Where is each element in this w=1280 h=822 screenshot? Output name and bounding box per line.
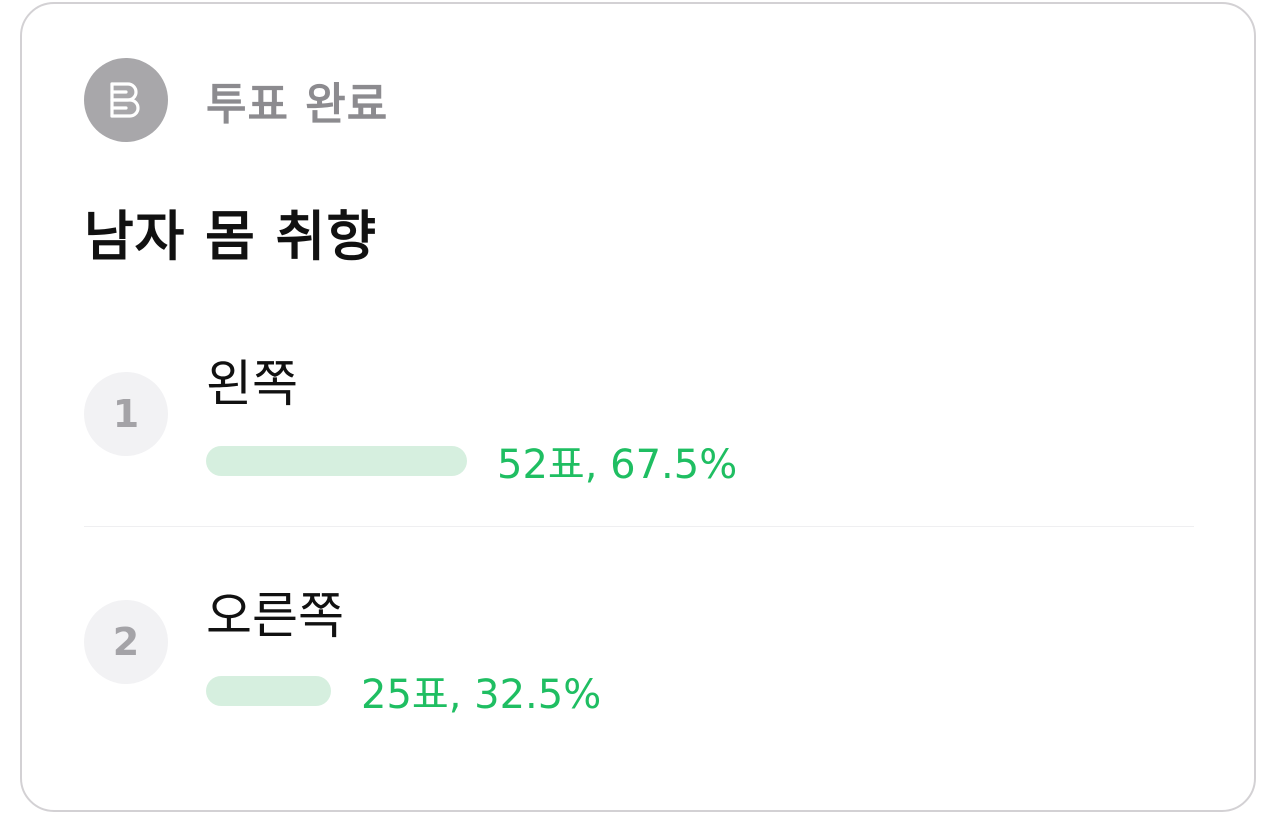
result-row: 25표, 32.5%: [206, 662, 601, 720]
status-row: 투표 완료: [84, 58, 388, 142]
option-label: 오른쪽: [206, 587, 344, 645]
poll-card: 투표 완료 남자 몸 취향 1 왼쪽 52표, 67.5% 2 오른쪽 25표,…: [20, 2, 1256, 812]
result-text: 25표, 32.5%: [361, 672, 602, 718]
result-bar: [206, 676, 331, 706]
divider: [84, 526, 1194, 527]
status-label: 투표 완료: [206, 79, 389, 130]
rank-badge: 2: [84, 600, 168, 684]
vote-icon: [84, 58, 168, 142]
result-bar: [206, 446, 467, 476]
result-text: 52표, 67.5%: [497, 442, 738, 488]
rank-badge: 1: [84, 372, 168, 456]
result-row: 52표, 67.5%: [206, 432, 737, 490]
poll-title: 남자 몸 취향: [84, 205, 377, 268]
option-label: 왼쪽: [206, 355, 298, 413]
